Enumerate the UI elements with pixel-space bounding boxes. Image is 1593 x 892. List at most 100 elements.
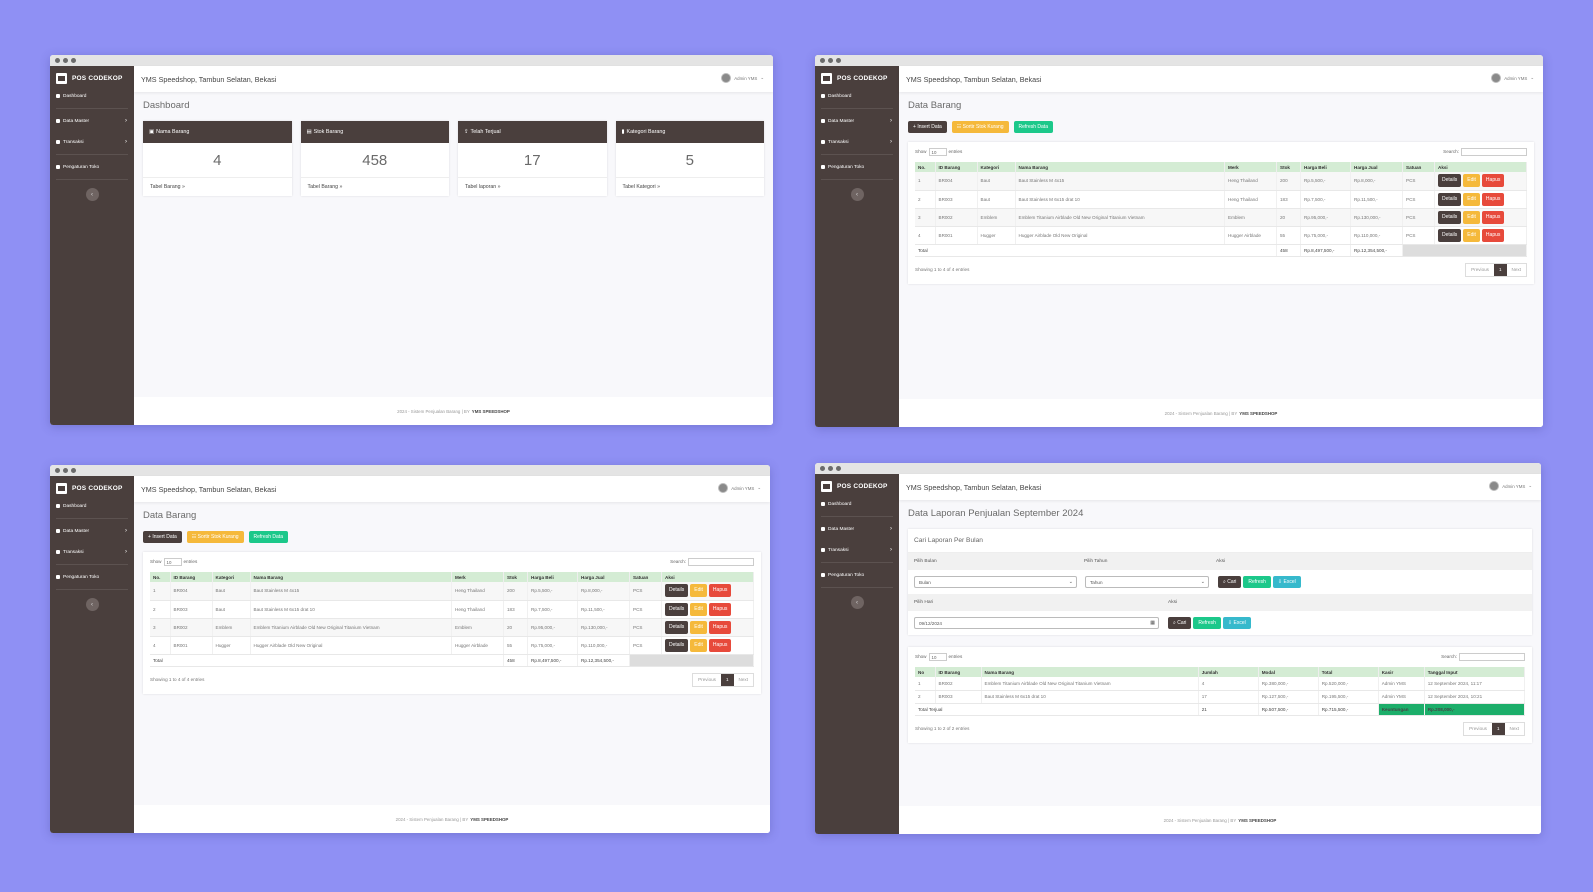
details-button[interactable]: Details: [665, 638, 689, 652]
refresh-data-button[interactable]: Refresh Data: [248, 531, 288, 543]
edit-button[interactable]: Edit: [1463, 210, 1480, 224]
sidebar-toggle-button[interactable]: ‹: [85, 598, 99, 611]
sidebar-item-dashboard[interactable]: Dashboard: [815, 91, 899, 101]
search-input[interactable]: [1461, 148, 1527, 156]
window-dot[interactable]: [63, 468, 68, 473]
column-header[interactable]: Stok: [1276, 162, 1301, 172]
hapus-button[interactable]: Hapus: [1481, 210, 1505, 224]
user-menu[interactable]: Admin YMS ⌄: [721, 73, 764, 83]
column-header[interactable]: Kategori: [212, 572, 251, 582]
card-link[interactable]: Tabel Kategori »: [616, 178, 765, 196]
column-header[interactable]: No.: [915, 162, 936, 172]
tahun-select[interactable]: Tahun ⌄: [1085, 576, 1209, 588]
cari-button[interactable]: ⌕ Cari: [1218, 576, 1242, 588]
edit-button[interactable]: Edit: [1463, 174, 1480, 188]
column-header[interactable]: Kategori: [977, 162, 1016, 172]
window-dot[interactable]: [820, 466, 825, 471]
column-header[interactable]: ID Barang: [170, 572, 213, 582]
sidebar-item-pengaturan-toko[interactable]: Pengaturan Toko: [50, 572, 134, 582]
hapus-button[interactable]: Hapus: [708, 584, 732, 598]
page-1-button[interactable]: 1: [720, 673, 734, 686]
previous-button[interactable]: Previous: [1466, 264, 1494, 276]
window-dot[interactable]: [828, 466, 833, 471]
card-link[interactable]: Tabel Barang »: [301, 178, 450, 196]
column-header[interactable]: Kasir: [1378, 667, 1425, 677]
insert-data-button[interactable]: + Insert Data: [908, 121, 947, 133]
details-button[interactable]: Details: [665, 620, 689, 634]
previous-button[interactable]: Previous: [1464, 723, 1492, 735]
brand[interactable]: POS CODEKOP: [815, 474, 899, 499]
column-header[interactable]: Merk: [1224, 162, 1277, 172]
next-button[interactable]: Next: [1507, 264, 1526, 276]
card-link[interactable]: Tabel laporan »: [458, 178, 607, 196]
card-link[interactable]: Tabel Barang »: [143, 178, 292, 196]
column-header[interactable]: Stok: [503, 572, 528, 582]
edit-button[interactable]: Edit: [690, 620, 707, 634]
window-dot[interactable]: [55, 58, 60, 63]
sidebar-toggle-button[interactable]: ‹: [850, 188, 864, 201]
sidebar-item-transaksi[interactable]: Transaksi ›: [815, 545, 899, 555]
excel-button[interactable]: ⇩ Excel: [1222, 617, 1251, 629]
details-button[interactable]: Details: [1438, 192, 1462, 206]
entries-select[interactable]: 10: [928, 148, 947, 156]
search-input[interactable]: [688, 558, 754, 566]
sidebar-toggle-button[interactable]: ‹: [85, 188, 99, 201]
brand[interactable]: POS CODEKOP: [815, 66, 899, 91]
next-button[interactable]: Next: [1505, 723, 1524, 735]
hapus-button[interactable]: Hapus: [1481, 174, 1505, 188]
column-header[interactable]: Satuan: [629, 572, 662, 582]
column-header[interactable]: Satuan: [1402, 162, 1435, 172]
details-button[interactable]: Details: [1438, 210, 1462, 224]
column-header[interactable]: Harga Jual: [1350, 162, 1403, 172]
entries-select[interactable]: 10: [163, 558, 182, 566]
column-header[interactable]: Modal: [1258, 667, 1319, 677]
column-header[interactable]: Nama Barang: [981, 667, 1199, 677]
details-button[interactable]: Details: [665, 602, 689, 616]
window-dot[interactable]: [828, 58, 833, 63]
column-header[interactable]: Nama Barang: [1015, 162, 1225, 172]
user-menu[interactable]: Admin YMS ⌄: [718, 483, 761, 493]
refresh-button[interactable]: Refresh: [1193, 617, 1221, 629]
user-menu[interactable]: Admin YMS ⌄: [1491, 73, 1534, 83]
column-header[interactable]: Total: [1318, 667, 1379, 677]
bulan-select[interactable]: Bulan ⌄: [914, 576, 1077, 588]
column-header[interactable]: Tanggal Input: [1424, 667, 1526, 677]
sidebar-item-data-master[interactable]: Data Master ›: [815, 116, 899, 126]
column-header[interactable]: Aksi: [1434, 162, 1527, 172]
entries-select[interactable]: 10: [928, 653, 947, 661]
window-dot[interactable]: [836, 58, 841, 63]
hapus-button[interactable]: Hapus: [708, 620, 732, 634]
sidebar-item-pengaturan-toko[interactable]: Pengaturan Toko: [815, 162, 899, 172]
details-button[interactable]: Details: [1438, 174, 1462, 188]
cari-button[interactable]: ⌕ Cari: [1168, 617, 1192, 629]
column-header[interactable]: Nama Barang: [250, 572, 452, 582]
column-header[interactable]: Merk: [451, 572, 504, 582]
column-header[interactable]: No.: [150, 572, 171, 582]
window-dot[interactable]: [820, 58, 825, 63]
insert-data-button[interactable]: + Insert Data: [143, 531, 182, 543]
sidebar-item-dashboard[interactable]: Dashboard: [815, 499, 899, 509]
sidebar-toggle-button[interactable]: ‹: [850, 596, 864, 609]
window-dot[interactable]: [55, 468, 60, 473]
sidebar-item-dashboard[interactable]: Dashboard: [50, 91, 134, 101]
date-input[interactable]: 09/12/2024 ▦: [914, 617, 1159, 629]
column-header[interactable]: ID Barang: [935, 667, 982, 677]
sidebar-item-transaksi[interactable]: Transaksi ›: [815, 137, 899, 147]
sidebar-item-transaksi[interactable]: Transaksi ›: [50, 547, 134, 557]
hapus-button[interactable]: Hapus: [1481, 192, 1505, 206]
column-header[interactable]: Jumlah: [1198, 667, 1259, 677]
window-dot[interactable]: [63, 58, 68, 63]
details-button[interactable]: Details: [1438, 228, 1462, 242]
hapus-button[interactable]: Hapus: [708, 602, 732, 616]
window-dot[interactable]: [71, 468, 76, 473]
sortir-stok-button[interactable]: ☷ Sortir Stok Kurang: [951, 121, 1009, 133]
refresh-data-button[interactable]: Refresh Data: [1013, 121, 1053, 133]
column-header[interactable]: Harga Jual: [577, 572, 630, 582]
page-1-button[interactable]: 1: [1493, 263, 1507, 276]
next-button[interactable]: Next: [734, 674, 753, 686]
edit-button[interactable]: Edit: [690, 602, 707, 616]
brand[interactable]: POS CODEKOP: [50, 66, 134, 91]
edit-button[interactable]: Edit: [1463, 228, 1480, 242]
column-header[interactable]: No: [915, 667, 936, 677]
sidebar-item-transaksi[interactable]: Transaksi ›: [50, 137, 134, 147]
